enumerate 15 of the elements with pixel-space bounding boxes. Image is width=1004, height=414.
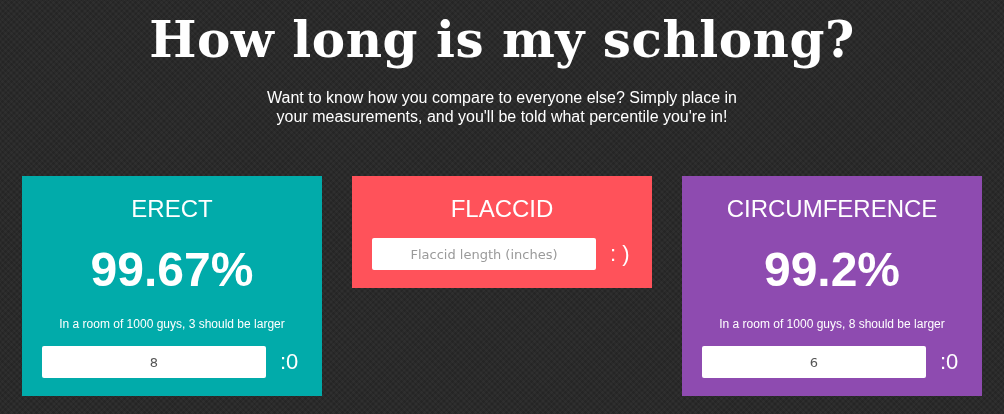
- card-heading: ERECT: [131, 194, 213, 224]
- card-heading: FLACCID: [450, 194, 554, 224]
- intro-text: Want to know how you compare to everyone else? Simply place in your measurements, and you'll be told what percentile you're in!: [266, 88, 738, 126]
- emoticon: :0: [280, 349, 299, 375]
- result-sentence: In a room of 1000 guys, 3 should be larger: [59, 316, 285, 332]
- percentile-value: 99.67%: [90, 242, 254, 298]
- emoticon: :0: [940, 349, 959, 375]
- percentile-value: 99.2%: [763, 242, 901, 298]
- page-title: How long is my schlong?: [149, 9, 855, 71]
- input-field[interactable]: 6: [702, 346, 926, 378]
- input-field[interactable]: Flaccid length (inches): [372, 238, 596, 270]
- input-field[interactable]: 8: [42, 346, 266, 378]
- emoticon: : ): [610, 241, 630, 267]
- card-heading: CIRCUMFERENCE: [726, 194, 938, 224]
- result-sentence: In a room of 1000 guys, 8 should be larger: [719, 316, 945, 332]
